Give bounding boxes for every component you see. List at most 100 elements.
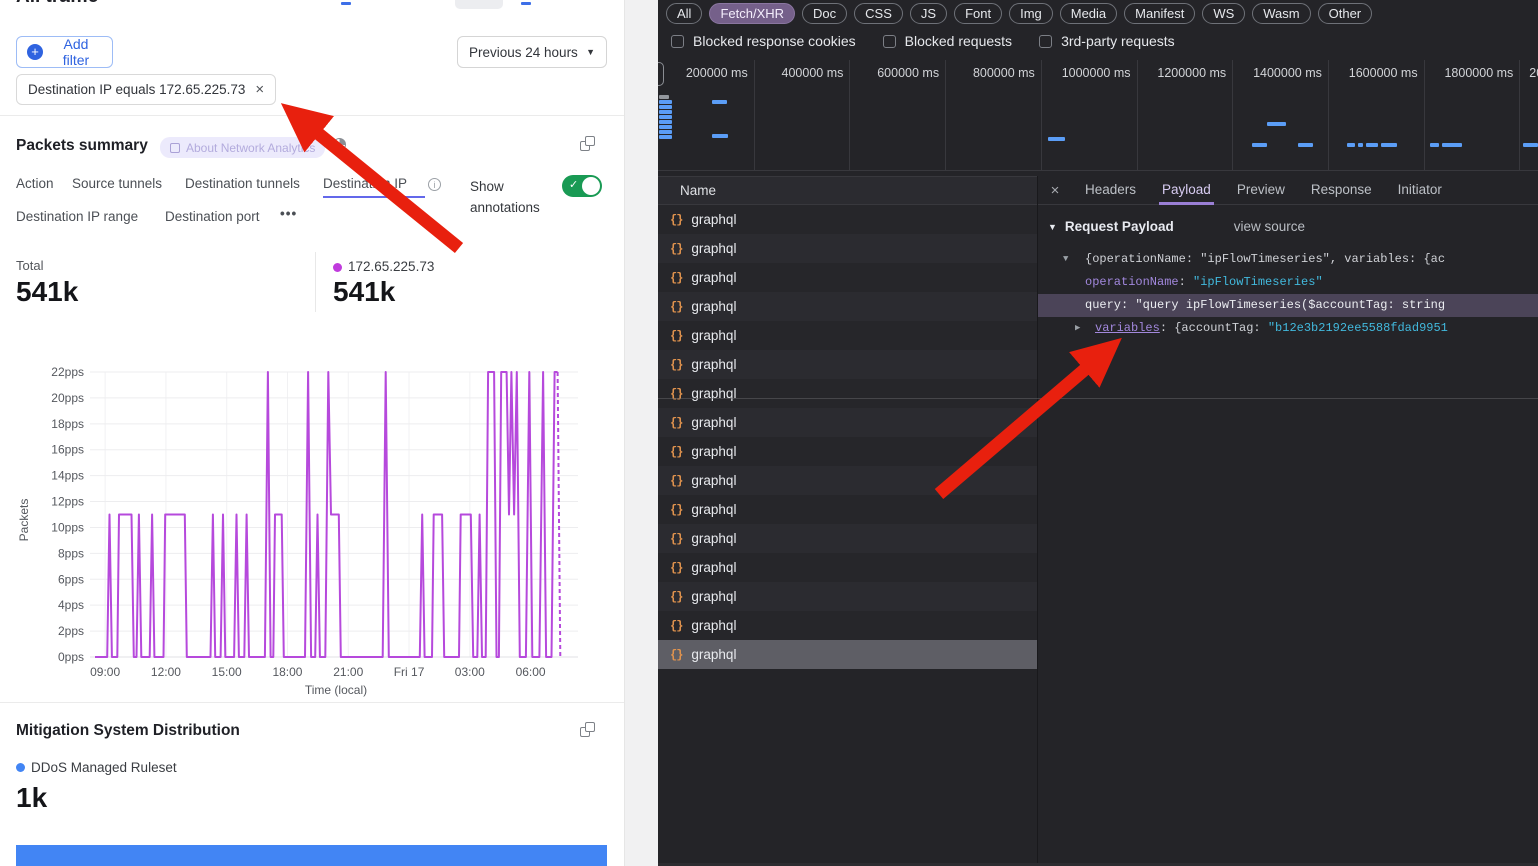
clipped-link-fragment bbox=[341, 2, 351, 5]
detail-tab-payload[interactable]: Payload bbox=[1149, 176, 1224, 205]
network-filter-pill-wasm[interactable]: Wasm bbox=[1252, 3, 1310, 24]
request-name: graphql bbox=[691, 328, 736, 343]
summary-tab-destination-ip-range[interactable]: Destination IP range bbox=[16, 209, 138, 224]
waterfall-overview[interactable]: 200000 ms400000 ms600000 ms800000 ms1000… bbox=[658, 60, 1538, 171]
expanded-triangle-icon[interactable]: ▼ bbox=[1063, 248, 1068, 271]
payload-token: query bbox=[1085, 298, 1121, 312]
waterfall-request-mark[interactable] bbox=[659, 105, 672, 109]
waterfall-request-mark[interactable] bbox=[1381, 143, 1397, 147]
network-filter-pill-other[interactable]: Other bbox=[1318, 3, 1373, 24]
request-name: graphql bbox=[691, 357, 736, 372]
request-row[interactable]: {}graphql bbox=[658, 205, 1037, 234]
network-filter-pill-media[interactable]: Media bbox=[1060, 3, 1117, 24]
collapsed-triangle-icon[interactable]: ▶ bbox=[1075, 317, 1080, 340]
network-filter-pill-all[interactable]: All bbox=[666, 3, 702, 24]
name-header-label: Name bbox=[680, 183, 716, 198]
time-range-select[interactable]: Previous 24 hours ▼ bbox=[457, 36, 607, 68]
detail-tab-initiator[interactable]: Initiator bbox=[1385, 176, 1455, 205]
request-name: graphql bbox=[691, 241, 736, 256]
svg-text:Time (local): Time (local) bbox=[305, 683, 367, 697]
view-source-link[interactable]: view source bbox=[1234, 219, 1305, 234]
payload-token: "ipFlowTimeseries" bbox=[1193, 275, 1323, 289]
close-icon[interactable]: × bbox=[255, 81, 264, 98]
waterfall-request-mark[interactable] bbox=[1048, 137, 1065, 141]
request-row[interactable]: {}graphql bbox=[658, 582, 1037, 611]
detail-tab-headers[interactable]: Headers bbox=[1072, 176, 1149, 205]
waterfall-request-mark[interactable] bbox=[1298, 143, 1313, 147]
request-row[interactable]: {}graphql bbox=[658, 263, 1037, 292]
network-filter-pill-js[interactable]: JS bbox=[910, 3, 947, 24]
active-tab-underline bbox=[323, 196, 425, 198]
checkbox-3rd-party-requests[interactable]: 3rd-party requests bbox=[1039, 33, 1175, 49]
waterfall-request-mark[interactable] bbox=[659, 110, 672, 114]
waterfall-request-mark[interactable] bbox=[712, 134, 728, 138]
name-column-header[interactable]: Name bbox=[658, 176, 1037, 205]
payload-tree-line[interactable]: ▶variables: {accountTag: "b12e3b2192ee55… bbox=[1038, 317, 1538, 340]
waterfall-request-mark[interactable] bbox=[659, 95, 669, 99]
payload-tree-line[interactable]: query: "query ipFlowTimeseries($accountT… bbox=[1038, 294, 1538, 317]
payload-token: {operationName: "ipFlowTimeseries", vari… bbox=[1085, 252, 1445, 266]
waterfall-request-mark[interactable] bbox=[659, 115, 672, 119]
waterfall-request-mark[interactable] bbox=[1358, 143, 1363, 147]
request-row[interactable]: {}graphql bbox=[658, 640, 1037, 669]
detail-tabbar: ×HeadersPayloadPreviewResponseInitiator bbox=[1038, 176, 1538, 205]
tabs-overflow-button[interactable]: ••• bbox=[280, 206, 297, 221]
request-row[interactable]: {}graphql bbox=[658, 321, 1037, 350]
summary-tab-action[interactable]: Action bbox=[16, 176, 54, 191]
request-row[interactable]: {}graphql bbox=[658, 234, 1037, 263]
json-braces-icon: {} bbox=[670, 213, 682, 227]
waterfall-request-mark[interactable] bbox=[659, 130, 672, 134]
waterfall-request-mark[interactable] bbox=[659, 125, 672, 129]
summary-tab-destination-tunnels[interactable]: Destination tunnels bbox=[185, 176, 300, 191]
filter-chip[interactable]: Destination IP equals 172.65.225.73 × bbox=[16, 74, 276, 105]
checkbox-blocked-response-cookies[interactable]: Blocked response cookies bbox=[671, 33, 856, 49]
detail-tab-preview[interactable]: Preview bbox=[1224, 176, 1298, 205]
json-braces-icon: {} bbox=[670, 416, 682, 430]
waterfall-request-mark[interactable] bbox=[659, 100, 672, 104]
network-filter-pill-font[interactable]: Font bbox=[954, 3, 1002, 24]
summary-tab-destination-ip[interactable]: Destination IP bbox=[323, 176, 407, 191]
waterfall-request-mark[interactable] bbox=[1252, 143, 1267, 147]
waterfall-request-mark[interactable] bbox=[1442, 143, 1462, 147]
popout-icon[interactable] bbox=[580, 722, 595, 737]
summary-tab-destination-port[interactable]: Destination port bbox=[165, 209, 260, 224]
checkbox-blocked-requests[interactable]: Blocked requests bbox=[883, 33, 1012, 49]
add-filter-button[interactable]: + Add filter bbox=[16, 36, 113, 68]
waterfall-request-mark[interactable] bbox=[659, 135, 672, 139]
popout-icon[interactable] bbox=[580, 136, 595, 151]
close-icon[interactable]: × bbox=[1038, 182, 1072, 199]
network-filter-pill-css[interactable]: CSS bbox=[854, 3, 903, 24]
request-row[interactable]: {}graphql bbox=[658, 495, 1037, 524]
network-filter-pill-img[interactable]: Img bbox=[1009, 3, 1053, 24]
waterfall-request-mark[interactable] bbox=[1347, 143, 1355, 147]
info-icon[interactable]: i bbox=[428, 178, 441, 191]
waterfall-request-mark[interactable] bbox=[1267, 122, 1286, 126]
request-row[interactable]: {}graphql bbox=[658, 437, 1037, 466]
network-filter-pill-doc[interactable]: Doc bbox=[802, 3, 847, 24]
waterfall-request-mark[interactable] bbox=[659, 120, 672, 124]
analytics-panel: All traffic + Add filter Previous 24 hou… bbox=[0, 0, 625, 866]
network-filter-pill-manifest[interactable]: Manifest bbox=[1124, 3, 1195, 24]
payload-token: : bbox=[1179, 275, 1193, 289]
payload-tree-line[interactable]: operationName: "ipFlowTimeseries" bbox=[1038, 271, 1538, 294]
request-row[interactable]: {}graphql bbox=[658, 524, 1037, 553]
payload-tree-line[interactable]: ▼ {operationName: "ipFlowTimeseries", var… bbox=[1038, 248, 1538, 271]
network-filter-pill-fetch-xhr[interactable]: Fetch/XHR bbox=[709, 3, 795, 24]
request-row[interactable]: {}graphql bbox=[658, 553, 1037, 582]
waterfall-request-mark[interactable] bbox=[712, 100, 727, 104]
network-filter-pill-ws[interactable]: WS bbox=[1202, 3, 1245, 24]
request-row[interactable]: {}graphql bbox=[658, 611, 1037, 640]
summary-tab-source-tunnels[interactable]: Source tunnels bbox=[72, 176, 162, 191]
waterfall-request-mark[interactable] bbox=[1430, 143, 1439, 147]
collapse-triangle-icon[interactable]: ▼ bbox=[1048, 222, 1057, 232]
request-row[interactable]: {}graphql bbox=[658, 292, 1037, 321]
show-annotations-toggle[interactable]: ✓ bbox=[562, 175, 602, 197]
request-row[interactable]: {}graphql bbox=[658, 350, 1037, 379]
request-row[interactable]: {}graphql bbox=[658, 408, 1037, 437]
waterfall-request-mark[interactable] bbox=[1366, 143, 1378, 147]
request-row[interactable]: {}graphql bbox=[658, 466, 1037, 495]
waterfall-request-mark[interactable] bbox=[1523, 143, 1538, 147]
request-row[interactable]: {}graphql bbox=[658, 379, 1037, 408]
about-network-analytics-badge[interactable]: About Network Analytics bbox=[160, 137, 325, 158]
detail-tab-response[interactable]: Response bbox=[1298, 176, 1385, 205]
